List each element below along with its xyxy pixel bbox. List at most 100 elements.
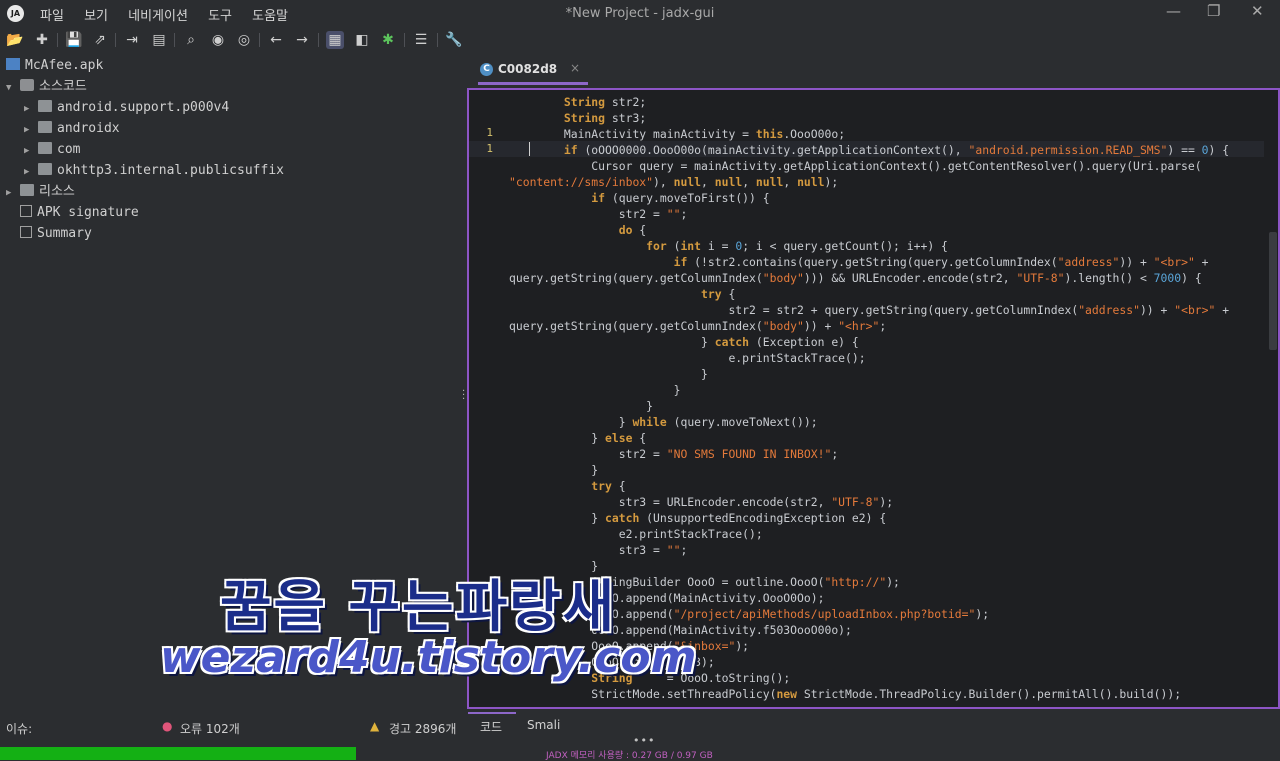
toolbar-separator <box>404 33 405 47</box>
toolbar-separator <box>259 33 260 47</box>
editor-tab-bar: C C0082d8 × <box>468 55 1280 85</box>
code-line: if (oOOO0000.OooO00o(mainActivity.getApp… <box>563 143 1230 157</box>
code-line: query.getString(query.getColumnIndex("bo… <box>509 271 1202 285</box>
toolbar-separator <box>115 33 116 47</box>
forward-icon[interactable]: → <box>293 31 311 49</box>
tree-sources-label: 소스코드 <box>39 79 87 94</box>
quark-icon[interactable]: ▦ <box>326 31 344 49</box>
package-label: okhttp3.internal.publicsuffix <box>57 163 284 178</box>
log-viewer-icon[interactable]: ☰ <box>412 31 430 49</box>
code-line: MainActivity mainActivity = this.OooO00o… <box>509 127 846 141</box>
toolbar-separator <box>174 33 175 47</box>
chevron-right-icon[interactable]: ▶ <box>24 99 38 119</box>
view-mode-tabs: 코드 Smali <box>468 712 1280 742</box>
gutter-marker: 1 <box>486 142 493 155</box>
code-line: } <box>509 463 599 477</box>
code-line: } while (query.moveToNext()); <box>509 415 818 429</box>
chevron-down-icon[interactable]: ▼ <box>6 78 20 98</box>
tree-root-apk[interactable]: McAfee.apk <box>6 56 103 76</box>
code-line: str3 = ""; <box>509 543 688 557</box>
code-line: } catch (Exception e) { <box>509 335 859 349</box>
tree-package-item[interactable]: ▶ android.support.p000v4 <box>24 98 229 118</box>
close-icon[interactable]: ✕ <box>1251 2 1264 20</box>
summary-icon <box>20 226 32 238</box>
issues-label: 이슈: <box>6 722 33 736</box>
flatten-packages-icon[interactable]: ▤ <box>150 31 168 49</box>
save-icon[interactable]: 💾 <box>65 31 83 49</box>
active-view-indicator <box>468 712 516 714</box>
apk-signature-label: APK signature <box>37 205 139 220</box>
code-line: str3 = URLEncoder.encode(str2, "UTF-8"); <box>509 495 894 509</box>
tree-package-item[interactable]: ▶ okhttp3.internal.publicsuffix <box>24 161 284 181</box>
tree-package-item[interactable]: ▶ com <box>24 140 80 160</box>
tree-apk-signature[interactable]: APK signature <box>20 203 139 223</box>
open-file-icon[interactable]: 📂 <box>6 31 24 49</box>
folder-icon <box>38 142 52 154</box>
drag-handle-icon[interactable]: · · · <box>462 387 465 405</box>
tab-label: C0082d8 <box>498 62 558 76</box>
toolbar: 📂 ✚ 💾 ⇗ ⇥ ▤ ⌕ ◉ ◎ ← → ▦ ◧ ✱ ☰ 🔧 <box>0 28 1280 52</box>
tree-root-label: McAfee.apk <box>25 58 104 73</box>
deobfuscation-icon[interactable]: ◧ <box>353 31 371 49</box>
tree-sources[interactable]: ▼ 소스코드 <box>6 77 87 97</box>
code-line: str2 = str2 + query.getString(query.getC… <box>509 303 1230 317</box>
summary-label: Summary <box>37 226 92 241</box>
code-line: Cursor query = mainActivity.getApplicati… <box>509 159 1202 173</box>
preferences-wrench-icon[interactable]: 🔧 <box>445 31 463 49</box>
chevron-right-icon[interactable]: ▶ <box>24 141 38 161</box>
package-box-icon <box>20 79 34 91</box>
toolbar-separator <box>318 33 319 47</box>
tab-c0082d8[interactable]: C C0082d8 × <box>478 55 588 85</box>
code-line: String str3; <box>563 111 647 125</box>
code-line: } <box>509 399 654 413</box>
folder-icon <box>38 163 52 175</box>
error-icon: ● <box>162 719 173 733</box>
code-line: try { <box>701 287 736 301</box>
code-line: "content://sms/inbox"), null, null, null… <box>509 175 839 189</box>
tree-summary[interactable]: Summary <box>20 224 92 244</box>
toolbar-separator <box>57 33 58 47</box>
folder-icon <box>20 184 34 196</box>
code-line: e.printStackTrace(); <box>509 351 866 365</box>
back-icon[interactable]: ← <box>267 31 285 49</box>
warning-count[interactable]: 경고 2896개 <box>389 720 456 737</box>
chevron-right-icon[interactable]: ▶ <box>6 183 20 203</box>
more-options-icon[interactable]: ••• <box>633 734 655 747</box>
window-title: *New Project - jadx-gui <box>565 6 715 21</box>
code-line: } <box>509 383 681 397</box>
find-class-icon[interactable]: ◉ <box>209 31 227 49</box>
find-usage-icon[interactable]: ◎ <box>235 31 253 49</box>
active-tab-indicator <box>478 82 588 85</box>
code-line: OooO.append("/project/apiMethods/uploadI… <box>509 607 990 621</box>
tab-close-icon[interactable]: × <box>570 61 580 75</box>
folder-icon <box>38 100 52 112</box>
code-line: do { <box>618 223 647 237</box>
code-line: query.getString(query.getColumnIndex("bo… <box>509 319 887 333</box>
maximize-icon[interactable]: ❐ <box>1207 2 1220 20</box>
minimize-icon[interactable]: — <box>1166 2 1181 20</box>
title-bar: JA 파일 보기 네비게이션 도구 도움말 *New Project - jad… <box>0 0 1280 28</box>
vertical-scrollbar[interactable] <box>1269 232 1277 350</box>
code-line: if (query.moveToFirst()) { <box>591 191 770 205</box>
warning-icon: ▲ <box>370 719 380 733</box>
package-label: com <box>57 142 81 157</box>
tree-package-item[interactable]: ▶ androidx <box>24 119 120 139</box>
export-icon[interactable]: ⇗ <box>91 31 109 49</box>
tab-code[interactable]: 코드 <box>480 718 502 735</box>
memory-usage-text: JADX 메모리 사용량 : 0.27 GB / 0.97 GB <box>546 751 713 761</box>
chevron-right-icon[interactable]: ▶ <box>24 162 38 182</box>
package-label: android.support.p000v4 <box>57 100 230 115</box>
folder-icon <box>38 121 52 133</box>
chevron-right-icon[interactable]: ▶ <box>24 120 38 140</box>
debug-bug-icon[interactable]: ✱ <box>379 31 397 49</box>
code-line: str2 = "NO SMS FOUND IN INBOX!"; <box>509 447 839 461</box>
search-icon[interactable]: ⌕ <box>182 31 200 49</box>
add-file-icon[interactable]: ✚ <box>33 31 51 49</box>
code-line: } <box>509 367 708 381</box>
code-line: StringBuilder OooO = outline.OooO("http:… <box>509 575 900 589</box>
tab-smali[interactable]: Smali <box>527 718 560 732</box>
tree-resources[interactable]: ▶ 리소스 <box>6 182 75 202</box>
sync-tree-icon[interactable]: ⇥ <box>123 31 141 49</box>
apk-icon <box>6 58 20 70</box>
error-count[interactable]: 오류 102개 <box>180 720 240 737</box>
